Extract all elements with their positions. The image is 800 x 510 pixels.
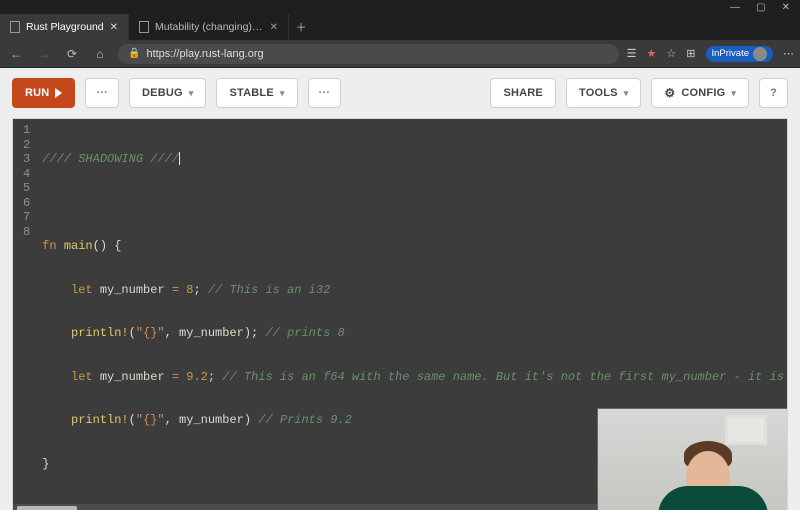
config-button[interactable]: ⚙ CONFIG ▾ — [651, 78, 749, 108]
help-button[interactable]: ? — [759, 78, 788, 108]
run-label: RUN — [25, 87, 49, 99]
window-titlebar: — ▢ ✕ — [0, 0, 800, 14]
tab-title: Rust Playground — [26, 21, 104, 33]
nav-refresh-button[interactable]: ⟳ — [62, 47, 82, 61]
page-content: RUN ··· DEBUG ▾ STABLE ▾ ··· SHARE TOOLS… — [0, 68, 800, 510]
inprivate-label: InPrivate — [712, 48, 750, 59]
code-editor[interactable]: 1 2 3 4 5 6 7 8 //// SHADOWING //// fn m… — [12, 118, 788, 510]
window-close-button[interactable]: ✕ — [782, 2, 790, 13]
stable-label: STABLE — [229, 87, 273, 99]
page-favicon-icon — [10, 21, 20, 33]
nav-back-button[interactable]: ← — [6, 47, 26, 61]
share-button[interactable]: SHARE — [490, 78, 556, 108]
debug-label: DEBUG — [142, 87, 183, 99]
browser-chrome: — ▢ ✕ Rust Playground ✕ Mutability (chan… — [0, 0, 800, 68]
lock-icon: 🔒 — [128, 48, 140, 59]
window-maximize-button[interactable]: ▢ — [756, 2, 765, 13]
channel-stable-button[interactable]: STABLE ▾ — [216, 78, 297, 108]
play-icon — [55, 88, 62, 98]
favorites-icon[interactable]: ☆ — [666, 47, 676, 60]
run-button[interactable]: RUN — [12, 78, 75, 108]
page-favicon-icon — [139, 21, 149, 33]
star-icon[interactable]: ★ — [647, 47, 657, 60]
nav-home-button[interactable]: ⌂ — [90, 47, 110, 61]
gear-icon: ⚙ — [664, 86, 675, 100]
mode-debug-button[interactable]: DEBUG ▾ — [129, 78, 206, 108]
collections-icon[interactable]: ⊞ — [686, 47, 695, 60]
tools-button[interactable]: TOOLS ▾ — [566, 78, 641, 108]
new-tab-button[interactable]: ＋ — [289, 14, 313, 40]
chevron-down-icon: ▾ — [731, 88, 736, 99]
nav-forward-button[interactable]: → — [34, 47, 54, 61]
close-tab-icon[interactable]: ✕ — [110, 22, 118, 33]
config-label: CONFIG — [681, 87, 725, 99]
url-input[interactable]: 🔒 https://play.rust-lang.org — [118, 44, 619, 64]
window-minimize-button[interactable]: — — [730, 2, 740, 13]
close-tab-icon[interactable]: ✕ — [270, 22, 278, 33]
url-text: https://play.rust-lang.org — [146, 48, 263, 60]
browser-menu-button[interactable]: ⋯ — [783, 47, 794, 60]
webcam-overlay — [597, 408, 787, 510]
playground-toolbar: RUN ··· DEBUG ▾ STABLE ▾ ··· SHARE TOOLS… — [0, 68, 800, 118]
browser-tabs: Rust Playground ✕ Mutability (changing) … — [0, 14, 800, 40]
chevron-down-icon: ▾ — [624, 88, 629, 99]
reader-icon[interactable]: ☰ — [627, 47, 637, 60]
browser-tab-active[interactable]: Rust Playground ✕ — [0, 14, 129, 40]
tools-label: TOOLS — [579, 87, 618, 99]
inprivate-badge[interactable]: InPrivate — [706, 46, 774, 62]
chevron-down-icon: ▾ — [280, 88, 285, 99]
advanced-options-button[interactable]: ··· — [308, 78, 342, 108]
run-more-button[interactable]: ··· — [85, 78, 119, 108]
browser-address-bar: ← → ⟳ ⌂ 🔒 https://play.rust-lang.org ☰ ★… — [0, 40, 800, 68]
avatar-icon — [753, 47, 767, 61]
browser-tab[interactable]: Mutability (changing) - Easy Rust ✕ — [129, 14, 289, 40]
editor-gutter: 1 2 3 4 5 6 7 8 — [13, 119, 36, 504]
chevron-down-icon: ▾ — [189, 88, 194, 99]
text-cursor — [179, 152, 180, 165]
tab-title: Mutability (changing) - Easy Rust — [155, 21, 264, 33]
scrollbar-thumb[interactable] — [17, 506, 77, 510]
